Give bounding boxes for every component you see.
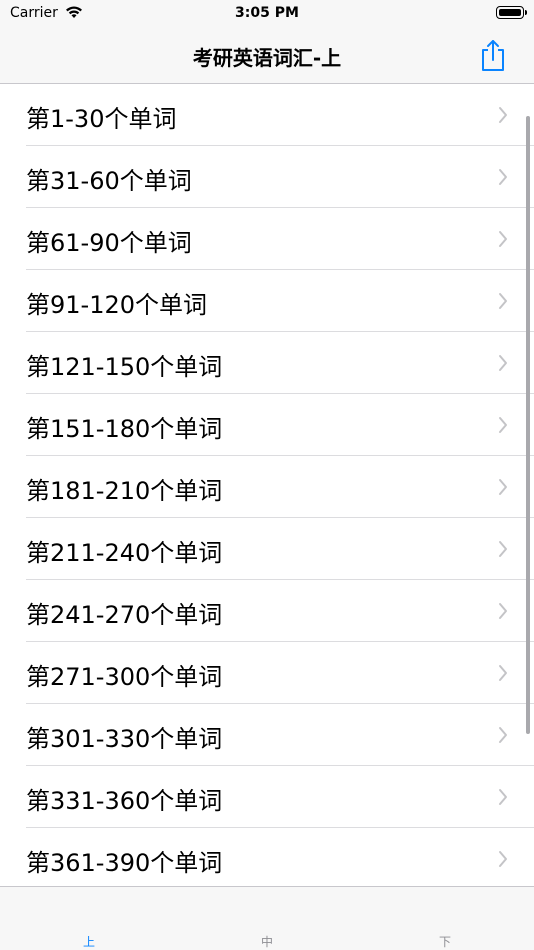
tab-bar: 上中下 [0, 886, 534, 950]
app-screen: Carrier 3:05 PM 考研英语词汇-上 第1-30个单词 第31-60个… [0, 0, 534, 950]
tab-2[interactable]: 中 [178, 887, 356, 950]
list-item-label: 第151-180个单词 [26, 415, 223, 443]
list-item[interactable]: 第181-210个单词 [0, 456, 534, 518]
page-title: 考研英语词汇-上 [192, 46, 342, 70]
list-item-label: 第181-210个单词 [26, 477, 223, 505]
chevron-right-icon [499, 169, 507, 185]
chapter-list: 第1-30个单词 第31-60个单词 第61-90个单词 第91-120个单词 第121… [0, 84, 534, 886]
list-item[interactable]: 第211-240个单词 [0, 518, 534, 580]
share-icon[interactable] [478, 38, 508, 72]
list-item[interactable]: 第241-270个单词 [0, 580, 534, 642]
chevron-right-icon [499, 479, 507, 495]
tab-label: 下 [438, 935, 451, 949]
battery-icon [496, 6, 527, 19]
list-item-label: 第121-150个单词 [26, 353, 223, 381]
tab-label: 中 [260, 935, 273, 949]
list-item[interactable]: 第91-120个单词 [0, 270, 534, 332]
chevron-right-icon [499, 417, 507, 433]
list-item-label: 第61-90个单词 [26, 229, 192, 257]
tab-3[interactable]: 下 [356, 887, 534, 950]
chevron-right-icon [499, 665, 507, 681]
list-item[interactable]: 第151-180个单词 [0, 394, 534, 456]
list-item[interactable]: 第271-300个单词 [0, 642, 534, 704]
list-item[interactable]: 第121-150个单词 [0, 332, 534, 394]
battery-level [499, 9, 521, 16]
chevron-right-icon [499, 541, 507, 557]
chevron-right-icon [499, 603, 507, 619]
status-time: 3:05 PM [235, 5, 299, 21]
list-item[interactable]: 第361-390个单词 [0, 828, 534, 886]
tab-1[interactable]: 上 [0, 887, 178, 950]
chevron-right-icon [499, 851, 507, 867]
status-bar: Carrier 3:05 PM [0, 0, 534, 28]
scroll-indicator[interactable] [526, 116, 530, 734]
chevron-right-icon [499, 355, 507, 371]
list-item[interactable]: 第331-360个单词 [0, 766, 534, 828]
list-item-label: 第301-330个单词 [26, 725, 223, 753]
chevron-right-icon [499, 107, 507, 123]
navigation-bar: 考研英语词汇-上 [0, 28, 534, 84]
list-item[interactable]: 第1-30个单词 [0, 84, 534, 146]
list-item[interactable]: 第61-90个单词 [0, 208, 534, 270]
list-item-label: 第271-300个单词 [26, 663, 223, 691]
list-item-label: 第241-270个单词 [26, 601, 223, 629]
list-item-label: 第361-390个单词 [26, 849, 223, 877]
list-item-label: 第331-360个单词 [26, 787, 223, 815]
list-item[interactable]: 第31-60个单词 [0, 146, 534, 208]
list-item-label: 第1-30个单词 [26, 105, 177, 133]
list-item-label: 第211-240个单词 [26, 539, 223, 567]
list-item-label: 第31-60个单词 [26, 167, 192, 195]
list-item[interactable]: 第301-330个单词 [0, 704, 534, 766]
chevron-right-icon [499, 231, 507, 247]
list-item-label: 第91-120个单词 [26, 291, 208, 319]
chevron-right-icon [499, 727, 507, 743]
chevron-right-icon [499, 789, 507, 805]
chevron-right-icon [499, 293, 507, 309]
tab-label: 上 [82, 935, 95, 949]
